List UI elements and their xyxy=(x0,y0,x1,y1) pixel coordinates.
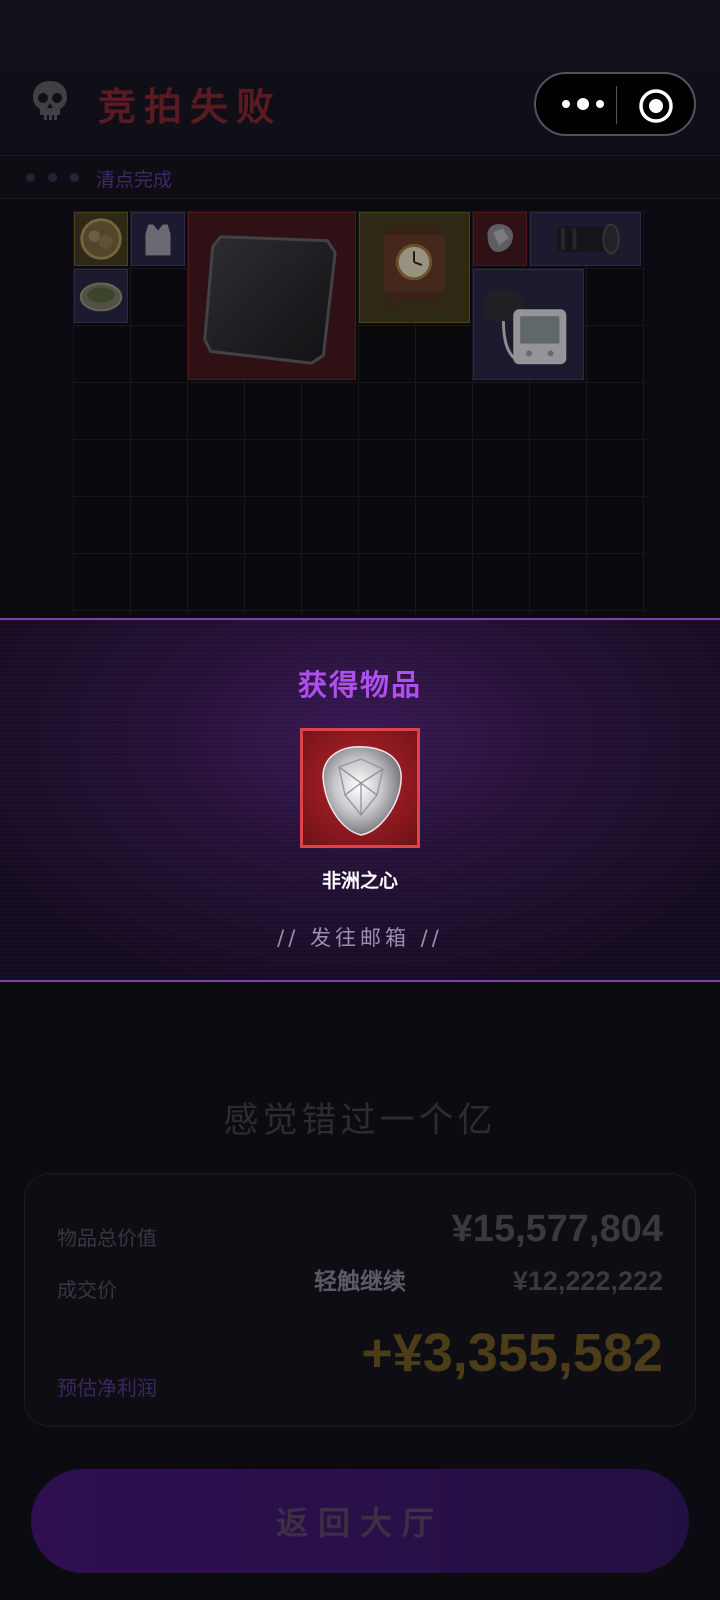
clock-icon xyxy=(383,226,446,311)
mini-program-capsule xyxy=(534,72,696,136)
inventory-item-blood-pressure-monitor[interactable] xyxy=(473,269,584,380)
back-to-lobby-button[interactable]: 返回大厅 xyxy=(31,1469,689,1573)
total-value: ¥15,577,804 xyxy=(451,1208,663,1250)
progress-dot xyxy=(26,173,35,182)
inventory-item-vest[interactable] xyxy=(131,212,185,266)
diamond-icon xyxy=(322,746,402,836)
status-bar: 清点完成 xyxy=(0,155,720,199)
slogan-text: 感觉错过一个亿 xyxy=(223,1101,497,1141)
profit-value: +¥3,355,582 xyxy=(361,1323,663,1383)
total-value-label: 物品总价值 xyxy=(57,1226,157,1250)
vest-icon xyxy=(145,224,171,256)
close-target-icon[interactable] xyxy=(638,88,674,124)
reward-item-slot[interactable] xyxy=(300,728,420,848)
reward-popup: 获得物品 非洲之心 // 发往邮箱 // xyxy=(0,618,720,982)
settlement-card: 物品总价值 ¥15,577,804 成交价 ¥12,222,222 预估净利润 … xyxy=(24,1173,696,1427)
page-title: 竞拍失败 xyxy=(98,85,283,129)
inventory-item-herb-dish[interactable] xyxy=(74,269,128,323)
inventory-item-coin-tin[interactable] xyxy=(74,212,128,266)
popup-title: 获得物品 xyxy=(297,668,422,702)
reward-item-name: 非洲之心 xyxy=(321,870,398,892)
bp-monitor-icon xyxy=(483,289,567,365)
capsule-divider xyxy=(616,86,617,124)
coin-tin-icon xyxy=(80,218,122,260)
progress-dot xyxy=(70,173,79,182)
gem-small-icon xyxy=(487,224,514,252)
inventory-item-gem-small[interactable] xyxy=(473,212,527,266)
carbon-plate-icon xyxy=(203,235,337,365)
skull-icon xyxy=(33,81,67,120)
inventory-item-carbon-plate[interactable] xyxy=(188,212,356,380)
herb-dish-icon xyxy=(79,282,123,312)
progress-dot xyxy=(48,173,57,182)
inventory-item-mantel-clock[interactable] xyxy=(359,212,470,323)
lens-icon xyxy=(557,223,620,255)
inventory-item-camera-lens[interactable] xyxy=(530,212,641,266)
more-icon[interactable] xyxy=(558,92,608,116)
inventory-grid xyxy=(73,211,646,615)
profit-label: 预估净利润 xyxy=(57,1376,157,1400)
mail-notice: // 发往邮箱 // xyxy=(277,926,443,950)
tap-to-continue[interactable]: 轻触继续 xyxy=(0,1262,720,1296)
top-bar: 竞拍失败 xyxy=(0,0,720,155)
status-text: 清点完成 xyxy=(96,169,173,191)
